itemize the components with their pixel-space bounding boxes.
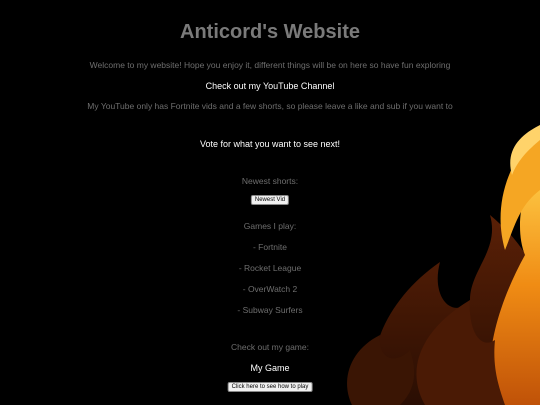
newest-vid-button[interactable]: Newest Vid: [250, 195, 290, 205]
how-to-play-button[interactable]: Click here to see how to play: [227, 382, 313, 392]
game-item-overwatch: - OverWatch 2: [242, 284, 298, 294]
newest-shorts-heading: Newest shorts:: [241, 176, 299, 186]
game-item-fortnite: - Fortnite: [252, 242, 287, 252]
my-game-title: My Game: [250, 363, 290, 373]
game-item-subway-surfers: - Subway Surfers: [237, 305, 303, 315]
vote-link[interactable]: Vote for what you want to see next!: [0, 139, 540, 149]
welcome-text: Welcome to my website! Hope you enjoy it…: [89, 60, 451, 70]
my-game-heading: Check out my game:: [231, 342, 309, 352]
game-item-rocket-league: - Rocket League: [238, 263, 302, 273]
youtube-note: My YouTube only has Fortnite vids and a …: [87, 101, 453, 111]
page-title: Anticord's Website: [180, 21, 360, 43]
youtube-channel-link[interactable]: Check out my YouTube Channel: [0, 81, 540, 91]
games-heading: Games I play:: [243, 221, 297, 231]
